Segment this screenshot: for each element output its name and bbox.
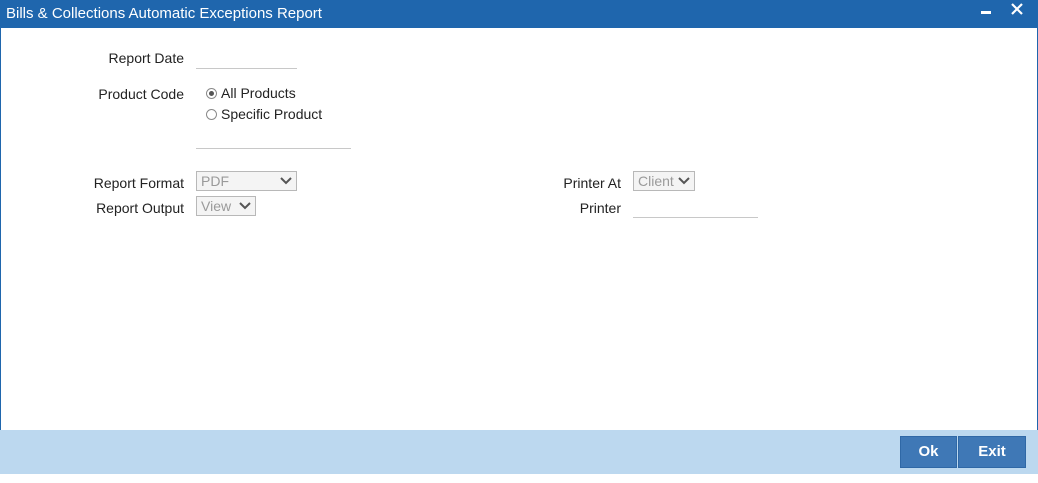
all-products-radio[interactable] (206, 87, 217, 99)
printer-at-label: Printer At (563, 175, 621, 191)
report-format-label: Report Format (93, 175, 184, 191)
chevron-down-icon (239, 202, 251, 210)
chevron-down-icon (678, 177, 690, 185)
printer-label: Printer (579, 200, 621, 216)
bottom-strip (0, 474, 1038, 483)
close-icon (1011, 3, 1023, 15)
exit-button[interactable]: Exit (958, 436, 1026, 468)
report-date-input[interactable] (196, 49, 297, 69)
window-title: Bills & Collections Automatic Exceptions… (6, 5, 322, 22)
radio-all-products[interactable]: All Products (206, 84, 296, 102)
form-body: Report Date Product Code All Products Sp… (0, 28, 1038, 430)
report-window: Bills & Collections Automatic Exceptions… (0, 0, 1038, 483)
close-button[interactable] (1006, 0, 1030, 24)
specific-product-label: Specific Product (221, 106, 323, 122)
product-code-label: Product Code (98, 86, 184, 102)
radio-specific-product[interactable]: Specific Product (206, 105, 322, 123)
report-format-value: PDF (201, 173, 229, 189)
report-output-select[interactable]: View (196, 196, 256, 216)
title-bar: Bills & Collections Automatic Exceptions… (0, 0, 1038, 28)
all-products-label: All Products (221, 85, 296, 101)
report-output-value: View (201, 198, 232, 214)
ok-button[interactable]: Ok (900, 436, 957, 468)
minimize-icon (981, 11, 991, 14)
printer-at-value: Client (638, 173, 674, 189)
printer-at-select[interactable]: Client (633, 171, 695, 191)
report-date-label: Report Date (108, 50, 184, 66)
minimize-button[interactable] (974, 0, 998, 24)
report-format-select[interactable]: PDF (196, 171, 297, 191)
specific-product-radio[interactable] (206, 108, 217, 120)
footer-bar: Ok Exit (0, 430, 1038, 474)
chevron-down-icon (280, 177, 292, 185)
report-output-label: Report Output (96, 200, 184, 216)
printer-input[interactable] (633, 198, 758, 218)
specific-product-input[interactable] (196, 129, 351, 149)
